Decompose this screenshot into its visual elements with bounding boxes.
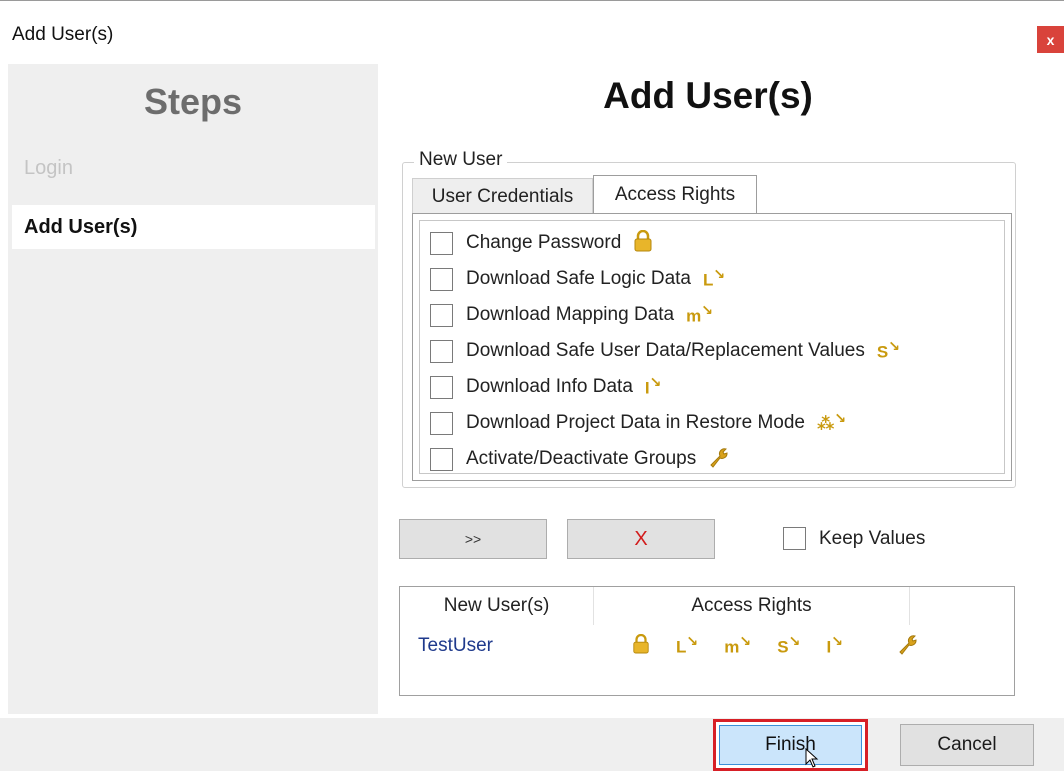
column-header-access-rights[interactable]: Access Rights (594, 587, 910, 625)
table-row-rights: L↘ m↘ S↘ I↘ (620, 631, 933, 661)
right-label: Download Safe Logic Data (466, 268, 691, 289)
wrench-icon (897, 633, 919, 660)
add-user-button[interactable]: >> (399, 519, 547, 559)
info-download-icon: I↘ (826, 634, 844, 657)
restore-download-icon: ⁂↘ (817, 411, 847, 434)
mapping-download-icon: m↘ (686, 303, 714, 326)
steps-panel: Steps Login Add User(s) (8, 64, 378, 714)
lock-icon (633, 229, 653, 257)
wrench-icon (708, 446, 730, 473)
column-header-empty (910, 587, 1014, 625)
right-download-safe-logic[interactable]: Download Safe Logic Data L↘ (430, 264, 725, 294)
cancel-button[interactable]: Cancel (900, 724, 1034, 766)
mouse-cursor-icon (805, 747, 819, 773)
right-download-project-restore[interactable]: Download Project Data in Restore Mode ⁂↘ (430, 408, 846, 438)
keep-values-checkbox[interactable] (783, 527, 806, 550)
safe-user-download-icon: S↘ (876, 339, 901, 362)
logic-download-icon: L↘ (676, 634, 699, 657)
checkbox[interactable] (430, 303, 453, 327)
tab-access-rights[interactable]: Access Rights (593, 175, 757, 214)
right-download-info[interactable]: Download Info Data I↘ (430, 372, 662, 402)
window-title: Add User(s) (12, 24, 114, 45)
close-button[interactable]: x (1037, 26, 1064, 53)
checkbox[interactable] (430, 375, 453, 399)
right-label: Download Project Data in Restore Mode (466, 412, 806, 433)
page-title: Add User(s) (603, 75, 813, 116)
keep-values-label: Keep Values (819, 527, 926, 549)
checkbox[interactable] (430, 231, 453, 255)
access-rights-panel: Change Password Download Safe Logic Data… (412, 213, 1012, 481)
right-label: Download Info Data (466, 376, 633, 397)
checkbox[interactable] (430, 447, 453, 471)
info-download-icon: I↘ (644, 375, 662, 398)
group-label: New User (414, 149, 508, 171)
lock-icon (632, 633, 650, 659)
right-activate-groups[interactable]: Activate/Deactivate Groups (430, 444, 730, 474)
safe-user-download-icon: S↘ (777, 634, 801, 657)
tab-user-credentials[interactable]: User Credentials (412, 178, 593, 214)
right-label: Download Safe User Data/Replacement Valu… (466, 340, 865, 361)
step-add-users: Add User(s) (12, 205, 375, 249)
window-top-border (0, 0, 1064, 8)
table-row-user[interactable]: TestUser (418, 635, 493, 657)
right-label: Change Password (466, 232, 622, 253)
checkbox[interactable] (430, 267, 453, 291)
finish-button-label: Finish (719, 725, 862, 765)
clear-button[interactable]: X (567, 519, 715, 559)
right-download-mapping[interactable]: Download Mapping Data m↘ (430, 300, 713, 330)
right-download-safe-user[interactable]: Download Safe User Data/Replacement Valu… (430, 336, 900, 366)
mapping-download-icon: m↘ (724, 634, 752, 657)
finish-button[interactable]: Finish (713, 719, 868, 771)
step-login: Login (24, 157, 73, 179)
logic-download-icon: L↘ (702, 267, 726, 290)
keep-values-option[interactable]: Keep Values (783, 527, 925, 550)
right-label: Download Mapping Data (466, 304, 675, 325)
right-label: Activate/Deactivate Groups (466, 448, 697, 469)
checkbox[interactable] (430, 411, 453, 435)
column-header-new-users[interactable]: New User(s) (400, 587, 594, 625)
checkbox[interactable] (430, 339, 453, 363)
steps-title: Steps (143, 81, 243, 122)
right-change-password[interactable]: Change Password (430, 228, 653, 258)
new-users-table: New User(s) Access Rights TestUser L↘ m↘… (399, 586, 1015, 696)
